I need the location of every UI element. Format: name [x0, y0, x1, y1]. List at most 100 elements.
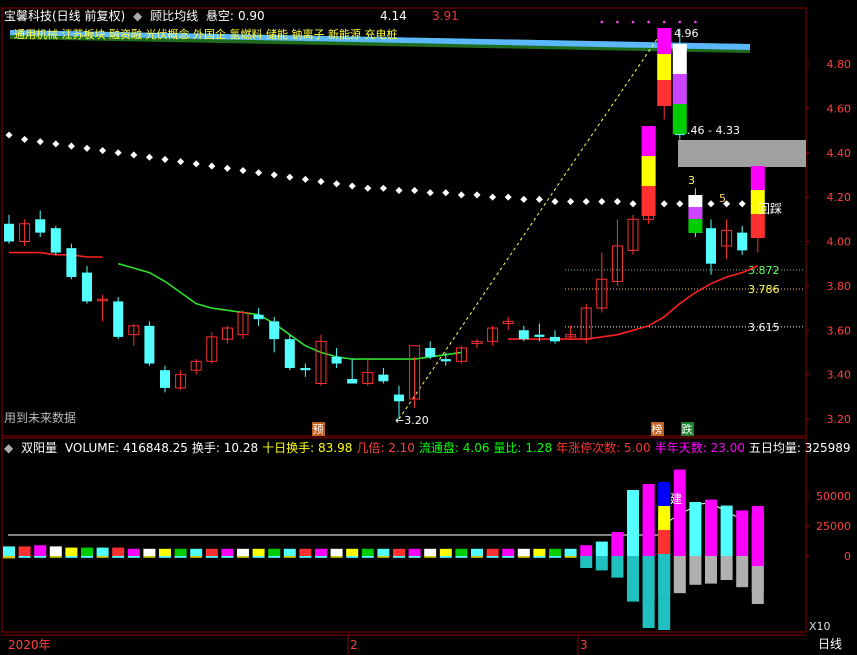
volume-bar-top — [3, 546, 15, 556]
range-box — [678, 140, 806, 167]
stock-title[interactable]: 宝馨科技(日线 前复权) — [4, 9, 125, 23]
volume-tick-label: 0 — [844, 550, 851, 563]
ma-white-dot — [177, 158, 185, 166]
volume-bar-top — [736, 510, 749, 556]
candle-body-down — [518, 330, 529, 340]
price-tick-label: 4.00 — [827, 236, 852, 249]
volume-bar-bottom — [408, 556, 421, 558]
price-tick-label: 3.60 — [827, 324, 852, 337]
level-label-3: 3.615 — [748, 321, 780, 334]
volume-bar-bottom — [673, 556, 686, 594]
indicator-name[interactable]: 顾比均线 — [150, 9, 198, 23]
price-tick-label: 4.40 — [827, 147, 852, 160]
axis-month-3: 3 — [580, 638, 588, 652]
ma-white-dot — [520, 195, 528, 203]
top-header: 宝馨科技(日线 前复权) ◆ 顾比均线 悬空: 0.90 — [4, 9, 269, 23]
ma-white-dot — [161, 155, 169, 163]
ma-white-dot — [660, 200, 668, 208]
volume-bar-top — [49, 546, 62, 556]
volume-bar-bottom — [112, 556, 125, 558]
candle-body-down — [160, 370, 170, 388]
volume-bar-bottom — [96, 556, 109, 558]
signal-stack-c-seg — [672, 104, 687, 134]
volume-bar-bottom — [377, 556, 390, 558]
signal-dot — [694, 20, 697, 24]
volume-bar-top — [424, 548, 437, 556]
candle-body-down — [425, 348, 436, 357]
volume-bar-top — [377, 548, 390, 556]
volume-bar-top — [65, 547, 78, 556]
volume-bar-top — [517, 548, 530, 556]
volume-tick-label: 50000 — [816, 490, 851, 503]
signal-dot — [647, 20, 650, 24]
volume-bar-bottom — [705, 556, 717, 584]
signal-dot — [662, 20, 666, 24]
candle-body-down — [82, 272, 92, 302]
signal-stack-e-seg — [750, 166, 765, 190]
volume-bar-bottom — [502, 556, 515, 558]
volume-bar-bottom — [49, 556, 62, 558]
volume-bar-top — [455, 548, 468, 556]
period-label[interactable]: 日线 — [818, 637, 842, 651]
price-tick-label: 3.80 — [827, 280, 852, 293]
volume-bar-bottom — [205, 556, 218, 558]
volume-stat-8: 五日均量: 325989 — [748, 441, 851, 455]
volume-bar-bottom — [439, 556, 452, 558]
low-label: ←3.20 — [395, 414, 429, 427]
volume-bar-top — [486, 548, 499, 556]
ma-white-dot — [567, 198, 575, 206]
volume-bar-bottom — [361, 556, 374, 558]
x10-label[interactable]: X10 — [809, 620, 831, 634]
volume-bar-top — [689, 502, 702, 556]
volume-indicator-icon[interactable]: ◆ — [4, 441, 13, 455]
volume-bar-bottom — [564, 556, 577, 558]
volume-bar-bottom — [127, 556, 140, 558]
volume-bar-bottom — [315, 556, 327, 558]
volume-stack-a-seg — [642, 506, 655, 556]
volume-indicator-name[interactable]: 双阳量 — [21, 441, 57, 455]
indicator-dropdown-icon[interactable]: ◆ — [133, 9, 142, 23]
volume-stat-2: 十日换手: 83.98 — [262, 441, 353, 455]
signal-dot — [678, 20, 682, 24]
volume-bar-top — [580, 545, 593, 556]
volume-bar-bottom — [65, 556, 78, 558]
candle-body-down — [35, 219, 46, 233]
volume-bar-bottom — [627, 556, 639, 602]
volume-bar-bottom — [533, 556, 546, 558]
volume-bar-bottom — [393, 556, 405, 558]
ma-white-dot — [301, 175, 309, 183]
ma-white-dot — [504, 193, 512, 201]
ma-white-dot — [379, 184, 387, 192]
volume-bar-top — [299, 548, 312, 556]
ma-white-dot — [99, 146, 107, 155]
candle-body-down — [113, 301, 124, 337]
volume-bar-bottom — [159, 556, 171, 558]
callback-label: 回踩 — [758, 202, 782, 216]
volume-bar-bottom — [268, 556, 281, 558]
volume-bar-bottom — [549, 556, 561, 558]
volume-bar-top — [595, 541, 608, 556]
candle-body-down — [4, 223, 14, 242]
volume-bar-top — [34, 545, 47, 556]
ma-white-dot — [286, 173, 294, 181]
ma-white-dot — [348, 182, 356, 190]
volume-bar-top — [237, 548, 249, 556]
candle-body-down — [50, 228, 61, 253]
volume-bar-top — [346, 548, 359, 556]
volume-stack-a-seg — [642, 556, 655, 604]
count-3: 3 — [688, 174, 695, 187]
price-panel: 4.80 4.60 4.40 4.20 4.00 3.80 3.60 3.40 3.20 3.87… — [4, 20, 852, 436]
candle-body-down — [269, 321, 280, 340]
ma-white-dot — [270, 171, 278, 179]
axis-year-label: 2020年 — [8, 638, 51, 652]
price-tick-label: 3.20 — [827, 413, 852, 426]
volume-bar-bottom — [252, 556, 265, 558]
signal-stack-d-seg — [688, 195, 703, 207]
level-label-2: 3.786 — [748, 283, 780, 296]
ma-white-dot — [192, 160, 200, 168]
candle-body-down — [378, 374, 389, 382]
volume-bar-top — [143, 548, 156, 556]
ma-white-dot — [317, 178, 325, 186]
volume-bar-top — [393, 548, 405, 556]
volume-stack-b-seg — [658, 554, 671, 630]
